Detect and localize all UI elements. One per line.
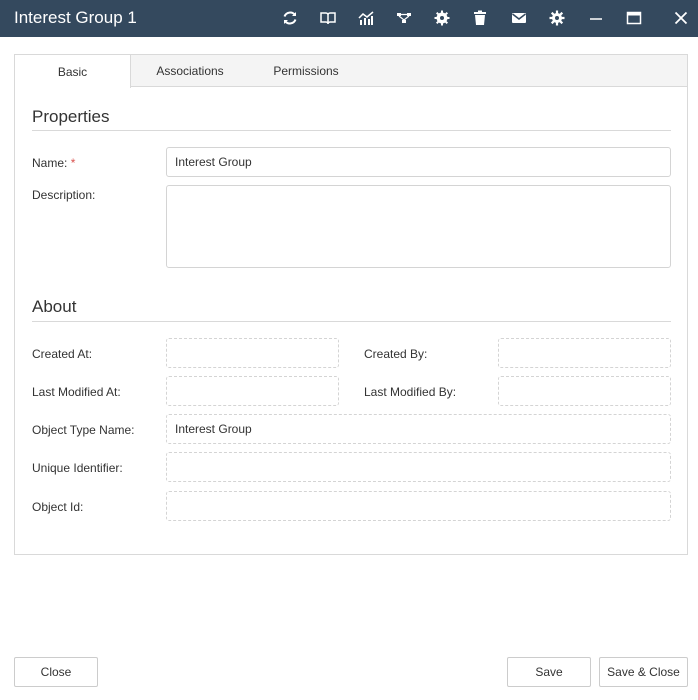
- book-icon[interactable]: [318, 8, 338, 28]
- name-field-value: Interest Group: [175, 155, 252, 169]
- required-marker: *: [70, 156, 76, 170]
- unique-identifier-label: Unique Identifier:: [32, 461, 123, 475]
- tab-permissions[interactable]: Permissions: [261, 55, 351, 87]
- gear-icon[interactable]: [547, 8, 567, 28]
- description-field[interactable]: [166, 185, 671, 268]
- properties-divider: [32, 130, 671, 131]
- name-label: Name: *: [32, 156, 75, 170]
- workflow-icon[interactable]: [394, 8, 414, 28]
- form-panel: Basic Associations Permissions Propertie…: [14, 54, 688, 555]
- description-label: Description:: [32, 188, 96, 202]
- object-type-name-value: Interest Group: [175, 422, 252, 436]
- chart-icon[interactable]: [356, 8, 376, 28]
- last-modified-by-label: Last Modified By:: [364, 385, 457, 399]
- name-field[interactable]: Interest Group: [166, 147, 671, 177]
- tab-associations[interactable]: Associations: [141, 55, 239, 87]
- trash-icon[interactable]: [470, 8, 490, 28]
- tab-basic[interactable]: Basic: [15, 55, 131, 88]
- created-at-field: [166, 338, 339, 368]
- created-at-label: Created At:: [32, 347, 93, 361]
- last-modified-at-field: [166, 376, 339, 406]
- tab-bar: Basic Associations Permissions: [15, 55, 687, 88]
- last-modified-at-label: Last Modified At:: [32, 385, 121, 399]
- unique-identifier-field: [166, 452, 671, 482]
- created-by-label: Created By:: [364, 347, 428, 361]
- close-button[interactable]: Close: [14, 657, 98, 687]
- save-and-close-button[interactable]: Save & Close: [599, 657, 688, 687]
- refresh-icon[interactable]: [280, 8, 300, 28]
- name-label-text: Name:: [32, 156, 68, 170]
- window-title: Interest Group 1: [14, 8, 137, 27]
- last-modified-by-field: [498, 376, 671, 406]
- created-by-field: [498, 338, 671, 368]
- object-type-name-field: Interest Group: [166, 414, 671, 444]
- object-id-label: Object Id:: [32, 500, 84, 514]
- object-id-field: [166, 491, 671, 521]
- envelope-icon[interactable]: [509, 8, 529, 28]
- about-divider: [32, 321, 671, 322]
- about-section-title: About: [32, 297, 77, 316]
- object-type-name-label: Object Type Name:: [32, 423, 135, 437]
- close-icon[interactable]: [671, 8, 691, 28]
- minimize-icon[interactable]: [586, 8, 606, 28]
- settings-gear-icon[interactable]: [432, 8, 452, 28]
- maximize-icon[interactable]: [624, 8, 644, 28]
- save-button[interactable]: Save: [507, 657, 591, 687]
- window-titlebar: Interest Group 1: [0, 0, 698, 37]
- properties-section-title: Properties: [32, 107, 110, 126]
